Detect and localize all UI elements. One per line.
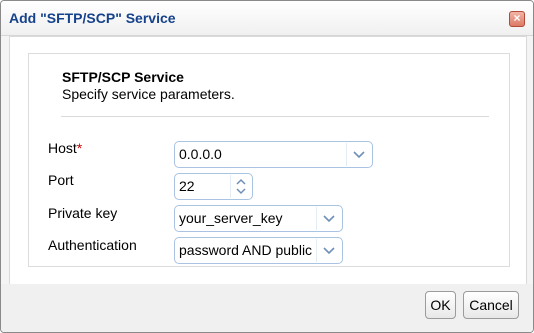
required-marker: * — [76, 140, 83, 156]
port-value: 22 — [179, 178, 195, 194]
authentication-value: password AND public — [179, 242, 313, 258]
port-stepper[interactable]: 22 — [174, 173, 253, 200]
add-service-dialog: Add "SFTP/SCP" Service × SFTP/SCP Servic… — [0, 0, 534, 333]
chevron-down-icon[interactable] — [316, 239, 341, 262]
chevron-down-icon[interactable] — [236, 188, 246, 195]
dialog-footer: OK Cancel — [1, 284, 533, 332]
section-divider — [61, 116, 489, 117]
chevron-down-icon[interactable] — [346, 143, 371, 166]
dialog-titlebar[interactable]: Add "SFTP/SCP" Service × — [1, 1, 533, 36]
dialog-content: SFTP/SCP Service Specify service paramet… — [9, 36, 527, 285]
authentication-label: Authentication — [48, 237, 137, 253]
section-title: SFTP/SCP Service — [62, 69, 184, 85]
chevron-up-icon[interactable] — [236, 178, 246, 185]
service-panel: SFTP/SCP Service Specify service paramet… — [28, 53, 510, 267]
host-value: 0.0.0.0 — [179, 146, 222, 162]
close-icon[interactable]: × — [509, 11, 525, 27]
cancel-button[interactable]: Cancel — [463, 291, 519, 319]
port-label: Port — [48, 172, 74, 188]
section-subtitle: Specify service parameters. — [62, 86, 235, 102]
port-spinner[interactable] — [230, 175, 251, 198]
host-label-text: Host — [48, 140, 77, 156]
dialog-title: Add "SFTP/SCP" Service — [9, 10, 176, 26]
host-select[interactable]: 0.0.0.0 — [174, 141, 373, 168]
authentication-select[interactable]: password AND public — [174, 237, 343, 264]
private-key-label: Private key — [48, 205, 118, 221]
private-key-value: your_server_key — [179, 210, 283, 226]
host-label: Host* — [48, 140, 82, 156]
ok-button[interactable]: OK — [425, 291, 456, 319]
private-key-select[interactable]: your_server_key — [174, 205, 343, 232]
chevron-down-icon[interactable] — [316, 207, 341, 230]
